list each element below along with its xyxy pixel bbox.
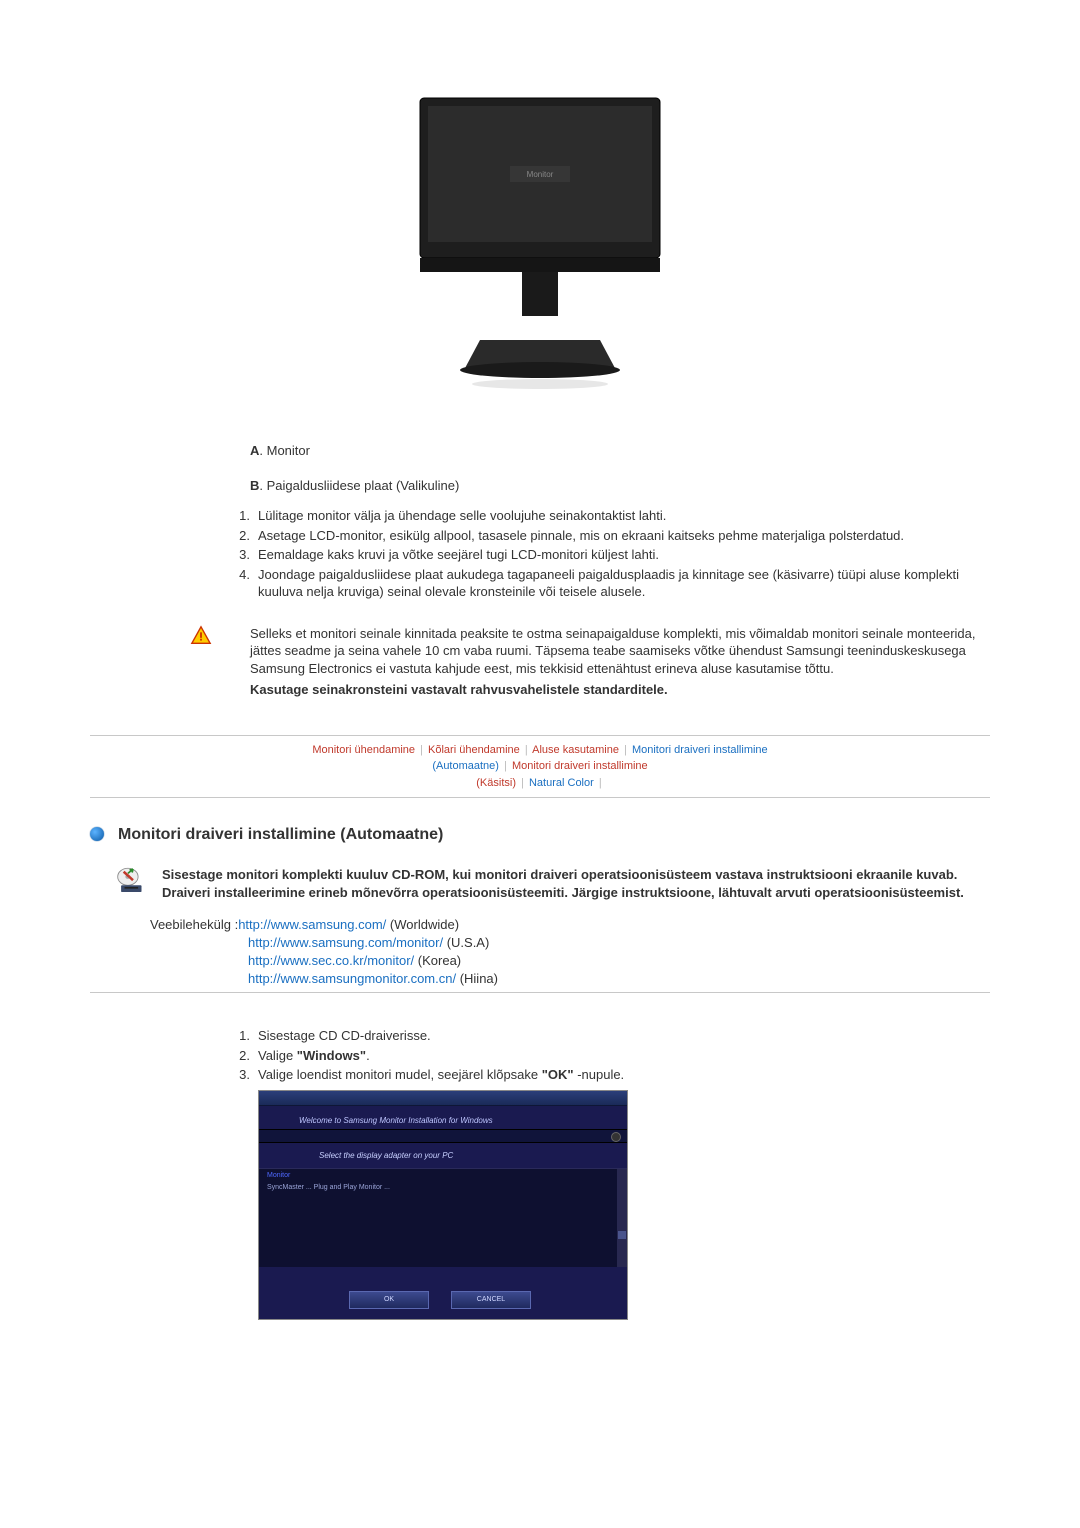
step-num: 1.	[230, 1027, 250, 1045]
nav-link-connect-monitor[interactable]: Monitori ühendamine	[312, 744, 415, 756]
weblink-loc: (Hiina)	[456, 971, 498, 986]
label-list: A. Monitor B. Paigaldusliidese plaat (Va…	[250, 443, 990, 493]
ok-button[interactable]: OK	[349, 1291, 429, 1309]
section-nav-bar: Monitori ühendamine | Kõlari ühendamine …	[90, 742, 990, 792]
installer-list-row[interactable]: SyncMaster ... Plug and Play Monitor ...	[259, 1182, 627, 1193]
weblink-loc: (U.S.A)	[443, 935, 489, 950]
weblinks-block: Veebilehekülg :http://www.samsung.com/ (…	[150, 916, 990, 989]
installer-welcome-text: Welcome to Samsung Monitor Installation …	[259, 1106, 627, 1129]
divider	[90, 992, 990, 993]
installer-instruction-text: Select the display adapter on your PC	[259, 1143, 627, 1168]
monitor-illustration: Monitor	[410, 90, 670, 390]
warning-text: Selleks et monitori seinale kinnitada pe…	[250, 625, 990, 699]
steps-list: 1. Sisestage CD CD-draiverisse. 2. Valige …	[230, 1027, 990, 1084]
instr-text: Asetage LCD-monitor, esikülg allpool, ta…	[258, 527, 990, 545]
weblink[interactable]: http://www.samsung.com/monitor/	[248, 935, 443, 950]
scrollbar[interactable]	[617, 1169, 627, 1267]
monitor-figure: Monitor	[90, 90, 990, 393]
installer-list-header: Monitor	[259, 1169, 627, 1182]
label-b: B	[250, 478, 259, 493]
instr-text: Eemaldage kaks kruvi ja võtke seejärel t…	[258, 546, 990, 564]
divider	[90, 735, 990, 736]
instruction-list: 1. Lülitage monitor välja ja ühendage sel…	[230, 507, 990, 601]
installer-screenshot: Welcome to Samsung Monitor Installation …	[258, 1090, 990, 1320]
label-a-text: . Monitor	[259, 443, 310, 458]
instr-num: 2.	[230, 527, 250, 545]
weblink-loc: (Korea)	[414, 953, 461, 968]
warning-body: Selleks et monitori seinale kinnitada pe…	[250, 626, 976, 676]
cd-install-icon	[116, 866, 150, 896]
instr-num: 3.	[230, 546, 250, 564]
nav-link-natural-color[interactable]: Natural Color	[529, 777, 594, 789]
bullet-icon	[90, 827, 104, 841]
installer-list[interactable]: Monitor SyncMaster ... Plug and Play Mon…	[259, 1168, 627, 1267]
installer-select-bar	[259, 1129, 627, 1143]
instr-num: 4.	[230, 566, 250, 584]
scrollbar-thumb[interactable]	[618, 1231, 626, 1239]
cancel-button[interactable]: CANCEL	[451, 1291, 531, 1309]
nav-link-stand-use[interactable]: Aluse kasutamine	[532, 744, 619, 756]
weblink[interactable]: http://www.samsungmonitor.com.cn/	[248, 971, 456, 986]
nav-link-connect-speaker[interactable]: Kõlari ühendamine	[428, 744, 520, 756]
warning-bold: Kasutage seinakronsteini vastavalt rahvu…	[250, 681, 990, 699]
cd-note-text: Sisestage monitori komplekti kuuluv CD-R…	[162, 866, 990, 901]
weblink[interactable]: http://www.sec.co.kr/monitor/	[248, 953, 414, 968]
step-num: 3.	[230, 1066, 250, 1084]
step-text: Sisestage CD CD-draiverisse.	[258, 1027, 431, 1045]
step-text: Valige "Windows".	[258, 1047, 370, 1065]
monitor-screen-label: Monitor	[527, 170, 554, 179]
weblink-loc: (Worldwide)	[386, 917, 459, 932]
divider	[90, 797, 990, 798]
weblinks-label: Veebilehekülg :	[150, 917, 238, 932]
weblink[interactable]: http://www.samsung.com/	[238, 917, 386, 932]
warning-icon	[190, 625, 212, 647]
instr-text: Lülitage monitor välja ja ühendage selle…	[258, 507, 990, 525]
label-b-text: . Paigaldusliidese plaat (Valikuline)	[259, 478, 459, 493]
installer-titlebar	[259, 1091, 627, 1106]
step-num: 2.	[230, 1047, 250, 1065]
label-a: A	[250, 443, 259, 458]
instr-text: Joondage paigaldusliidese plaat aukudega…	[258, 566, 990, 601]
step-text: Valige loendist monitori mudel, seejärel…	[258, 1066, 624, 1084]
section-heading: Monitori draiveri installimine (Automaat…	[118, 826, 443, 844]
instr-num: 1.	[230, 507, 250, 525]
